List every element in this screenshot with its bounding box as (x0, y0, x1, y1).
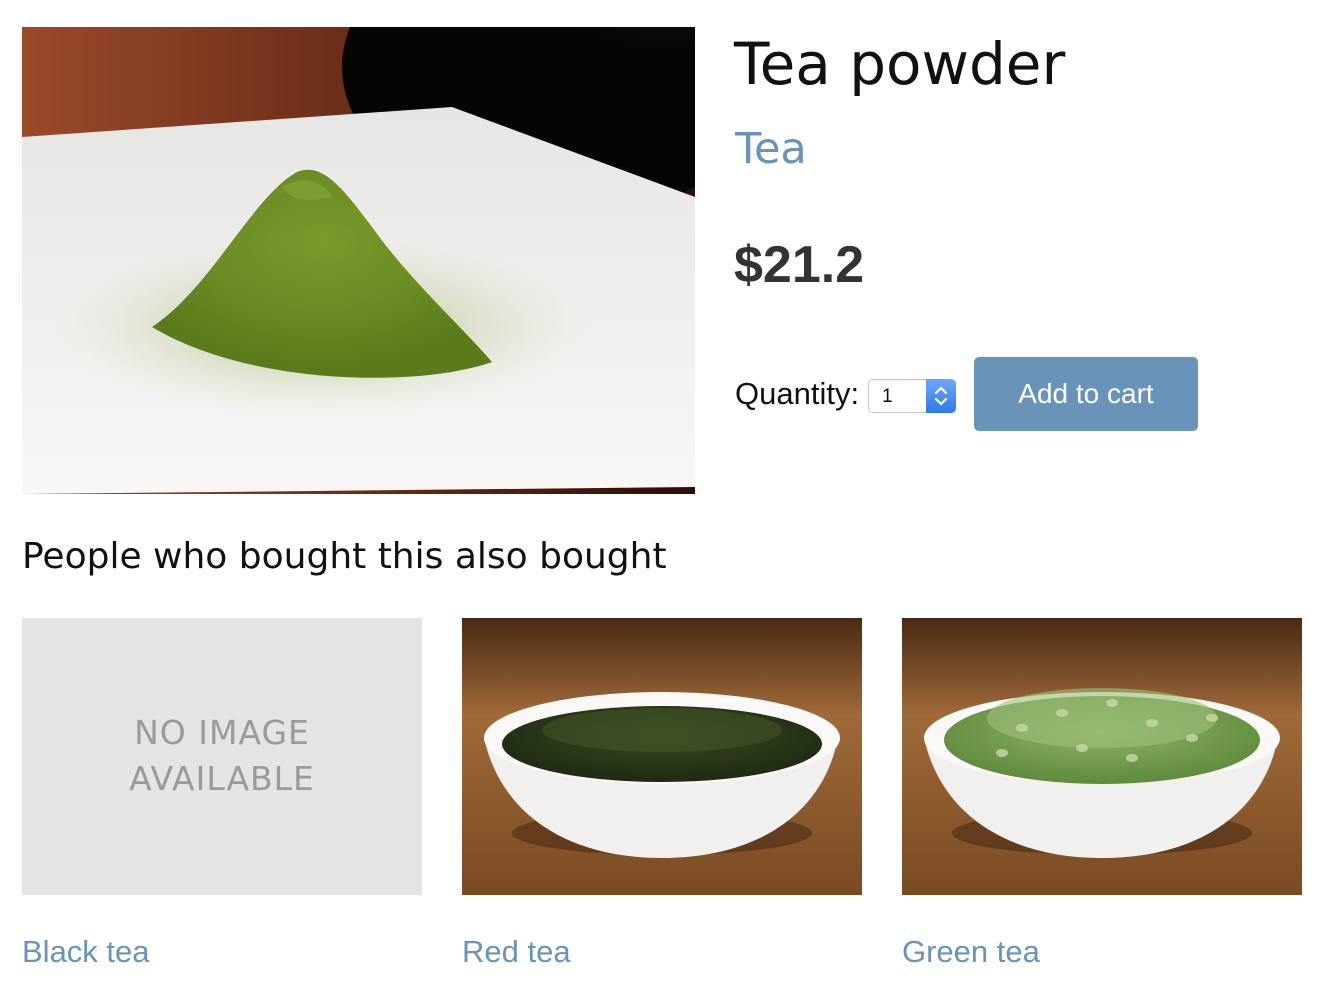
no-image-placeholder[interactable]: NO IMAGE AVAILABLE (22, 618, 422, 895)
product-page: Tea powder Tea $21.2 Quantity: 1 Add to … (0, 0, 1330, 988)
quantity-label: Quantity: (735, 376, 860, 411)
stepper-arrows-icon[interactable] (926, 379, 956, 413)
quantity-value: 1 (882, 386, 893, 407)
related-products-heading: People who bought this also bought (22, 536, 667, 577)
sencha-leaves-bowl-photo[interactable] (462, 618, 862, 895)
product-image (22, 27, 695, 494)
related-product-link[interactable]: Green tea (902, 932, 1040, 972)
related-product-card: Red tea (462, 618, 862, 969)
product-price: $21.2 (734, 236, 865, 294)
related-product-card: Green tea (902, 618, 1302, 969)
matcha-powder-photo (22, 27, 695, 494)
genmaicha-bowl-photo[interactable] (902, 618, 1302, 895)
related-product-link[interactable]: Red tea (462, 932, 571, 972)
no-image-line1: NO IMAGE (134, 713, 310, 752)
product-category-link[interactable]: Tea (735, 122, 807, 176)
related-product-card: NO IMAGE AVAILABLE Black tea (22, 618, 422, 969)
add-to-cart-button[interactable]: Add to cart (974, 357, 1198, 431)
quantity-stepper[interactable]: 1 (868, 379, 956, 413)
no-image-line2: AVAILABLE (129, 759, 315, 798)
product-title: Tea powder (734, 30, 1066, 98)
no-image-text: NO IMAGE AVAILABLE (22, 710, 422, 802)
related-product-link[interactable]: Black tea (22, 932, 150, 972)
